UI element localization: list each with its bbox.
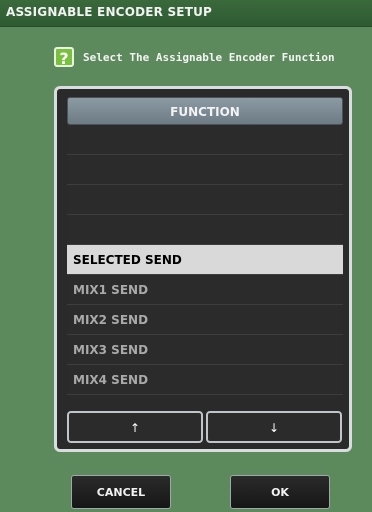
titlebar: ASSIGNABLE ENCODER SETUP xyxy=(0,0,372,27)
function-list-item[interactable]: MIX1 SEND xyxy=(67,275,343,305)
cancel-button[interactable]: CANCEL xyxy=(71,475,171,509)
function-list-panel: FUNCTION SELECTED SEND MIX1 SEND MIX2 SE… xyxy=(54,86,352,452)
scroll-up-button[interactable]: ↑ xyxy=(67,411,203,443)
arrow-up-icon: ↑ xyxy=(129,421,141,435)
scroll-down-button[interactable]: ↓ xyxy=(206,411,342,443)
function-list-item-selected[interactable]: SELECTED SEND xyxy=(67,245,343,275)
assignable-encoder-setup-window: ASSIGNABLE ENCODER SETUP ? Select The As… xyxy=(0,0,372,512)
function-list-item[interactable] xyxy=(67,125,343,155)
question-icon: ? xyxy=(54,47,74,68)
function-column-header: FUNCTION xyxy=(67,97,343,125)
window-title: ASSIGNABLE ENCODER SETUP xyxy=(6,5,213,19)
ok-button[interactable]: OK xyxy=(230,475,330,509)
instruction-text: Select The Assignable Encoder Function xyxy=(83,51,335,64)
arrow-down-icon: ↓ xyxy=(268,421,280,435)
function-list-item[interactable] xyxy=(67,185,343,215)
function-list-item[interactable] xyxy=(67,215,343,245)
function-list-item[interactable]: MIX2 SEND xyxy=(67,305,343,335)
function-list-item[interactable] xyxy=(67,155,343,185)
function-list-item[interactable]: MIX3 SEND xyxy=(67,335,343,365)
function-list-item[interactable]: MIX4 SEND xyxy=(67,365,343,395)
